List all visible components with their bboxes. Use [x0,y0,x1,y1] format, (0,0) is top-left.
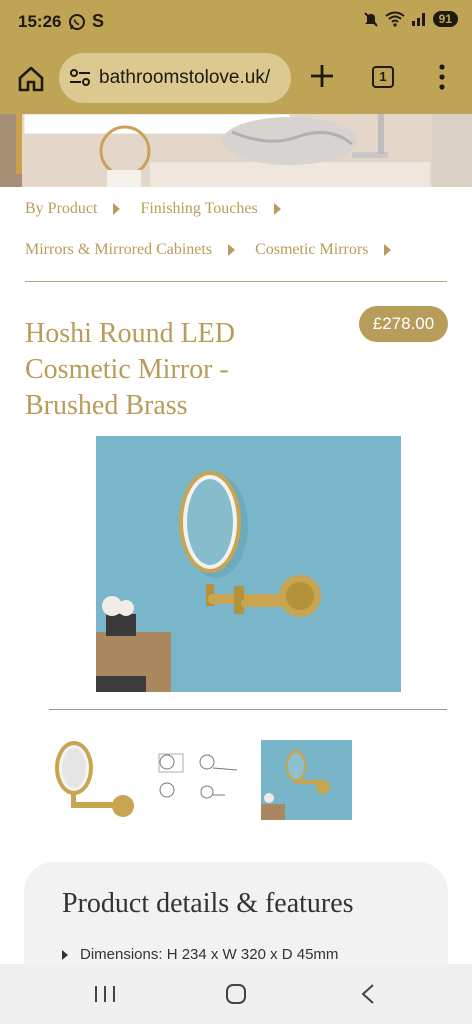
details-heading: Product details & features [62,888,354,919]
recent-apps-icon[interactable] [94,984,116,1004]
price-badge: £278.00 [359,306,448,342]
thumbnail-mirror-front [49,740,140,820]
status-right-icons: 91 [363,11,458,27]
breadcrumb-arrow-icon [228,244,236,256]
breadcrumb-link-finishing-touches[interactable]: Finishing Touches [140,200,257,218]
thumbnail-mirror-lifestyle [261,740,352,820]
breadcrumb-link-mirrors[interactable]: Mirrors & Mirrored Cabinets [25,241,212,259]
product-title-line: Cosmetic Mirror - [25,354,229,385]
s-app-icon: S [92,11,105,31]
status-left-icons: S [68,11,104,32]
signal-icon [411,13,425,26]
more-menu-icon[interactable] [432,62,452,92]
site-settings-icon[interactable] [69,68,91,88]
new-tab-icon[interactable] [308,62,336,90]
details-item-text: Dimensions: H 234 x W 320 x D 45mm [80,946,339,963]
breadcrumb-arrow-icon [113,203,121,215]
product-title-line: Brushed Brass [25,390,188,421]
bullet-icon [62,949,68,960]
whatsapp-icon [69,13,85,30]
thumbnail-1[interactable] [49,740,140,820]
status-bar: 15:26 S 91 [0,0,472,44]
thumbnail-3[interactable] [261,740,352,820]
status-time: 15:26 [18,12,62,31]
product-title-line: Hoshi Round LED [25,318,235,349]
thumbnail-2[interactable] [155,740,246,820]
mute-icon [363,12,378,27]
breadcrumb-link-cosmetic-mirrors[interactable]: Cosmetic Mirrors [255,241,368,259]
product-title: Hoshi Round LED Cosmetic Mirror - Brushe… [25,316,325,424]
breadcrumb-link-by-product[interactable]: By Product [25,200,97,218]
breadcrumb-arrow-icon [273,203,281,215]
url-text: bathroomstolove.uk/ [99,67,271,88]
main-product-image[interactable] [96,436,401,692]
breadcrumb-row-1: By Product Finishing Touches [25,200,301,218]
wifi-icon [385,11,405,27]
home-nav-icon[interactable] [225,983,247,1005]
address-bar[interactable]: bathroomstolove.uk/ [59,53,291,103]
back-icon[interactable] [360,983,376,1005]
thumbnail-technical-drawing [155,740,246,820]
bathroom-scene-illustration [0,114,472,187]
browser-toolbar: bathroomstolove.uk/ 1 [0,44,472,114]
battery-indicator: 91 [432,11,458,27]
breadcrumb-arrow-icon [384,244,392,256]
breadcrumb-row-2: Mirrors & Mirrored Cabinets Cosmetic Mir… [25,241,411,259]
breadcrumb-divider [25,281,447,282]
gallery-divider [49,709,447,710]
system-nav-bar [0,964,472,1024]
hero-banner-image [0,114,472,187]
details-list-item: Dimensions: H 234 x W 320 x D 45mm [62,946,338,963]
mirror-product-photo [96,436,401,692]
tab-switcher-button[interactable]: 1 [372,66,394,88]
home-icon[interactable] [16,64,46,94]
